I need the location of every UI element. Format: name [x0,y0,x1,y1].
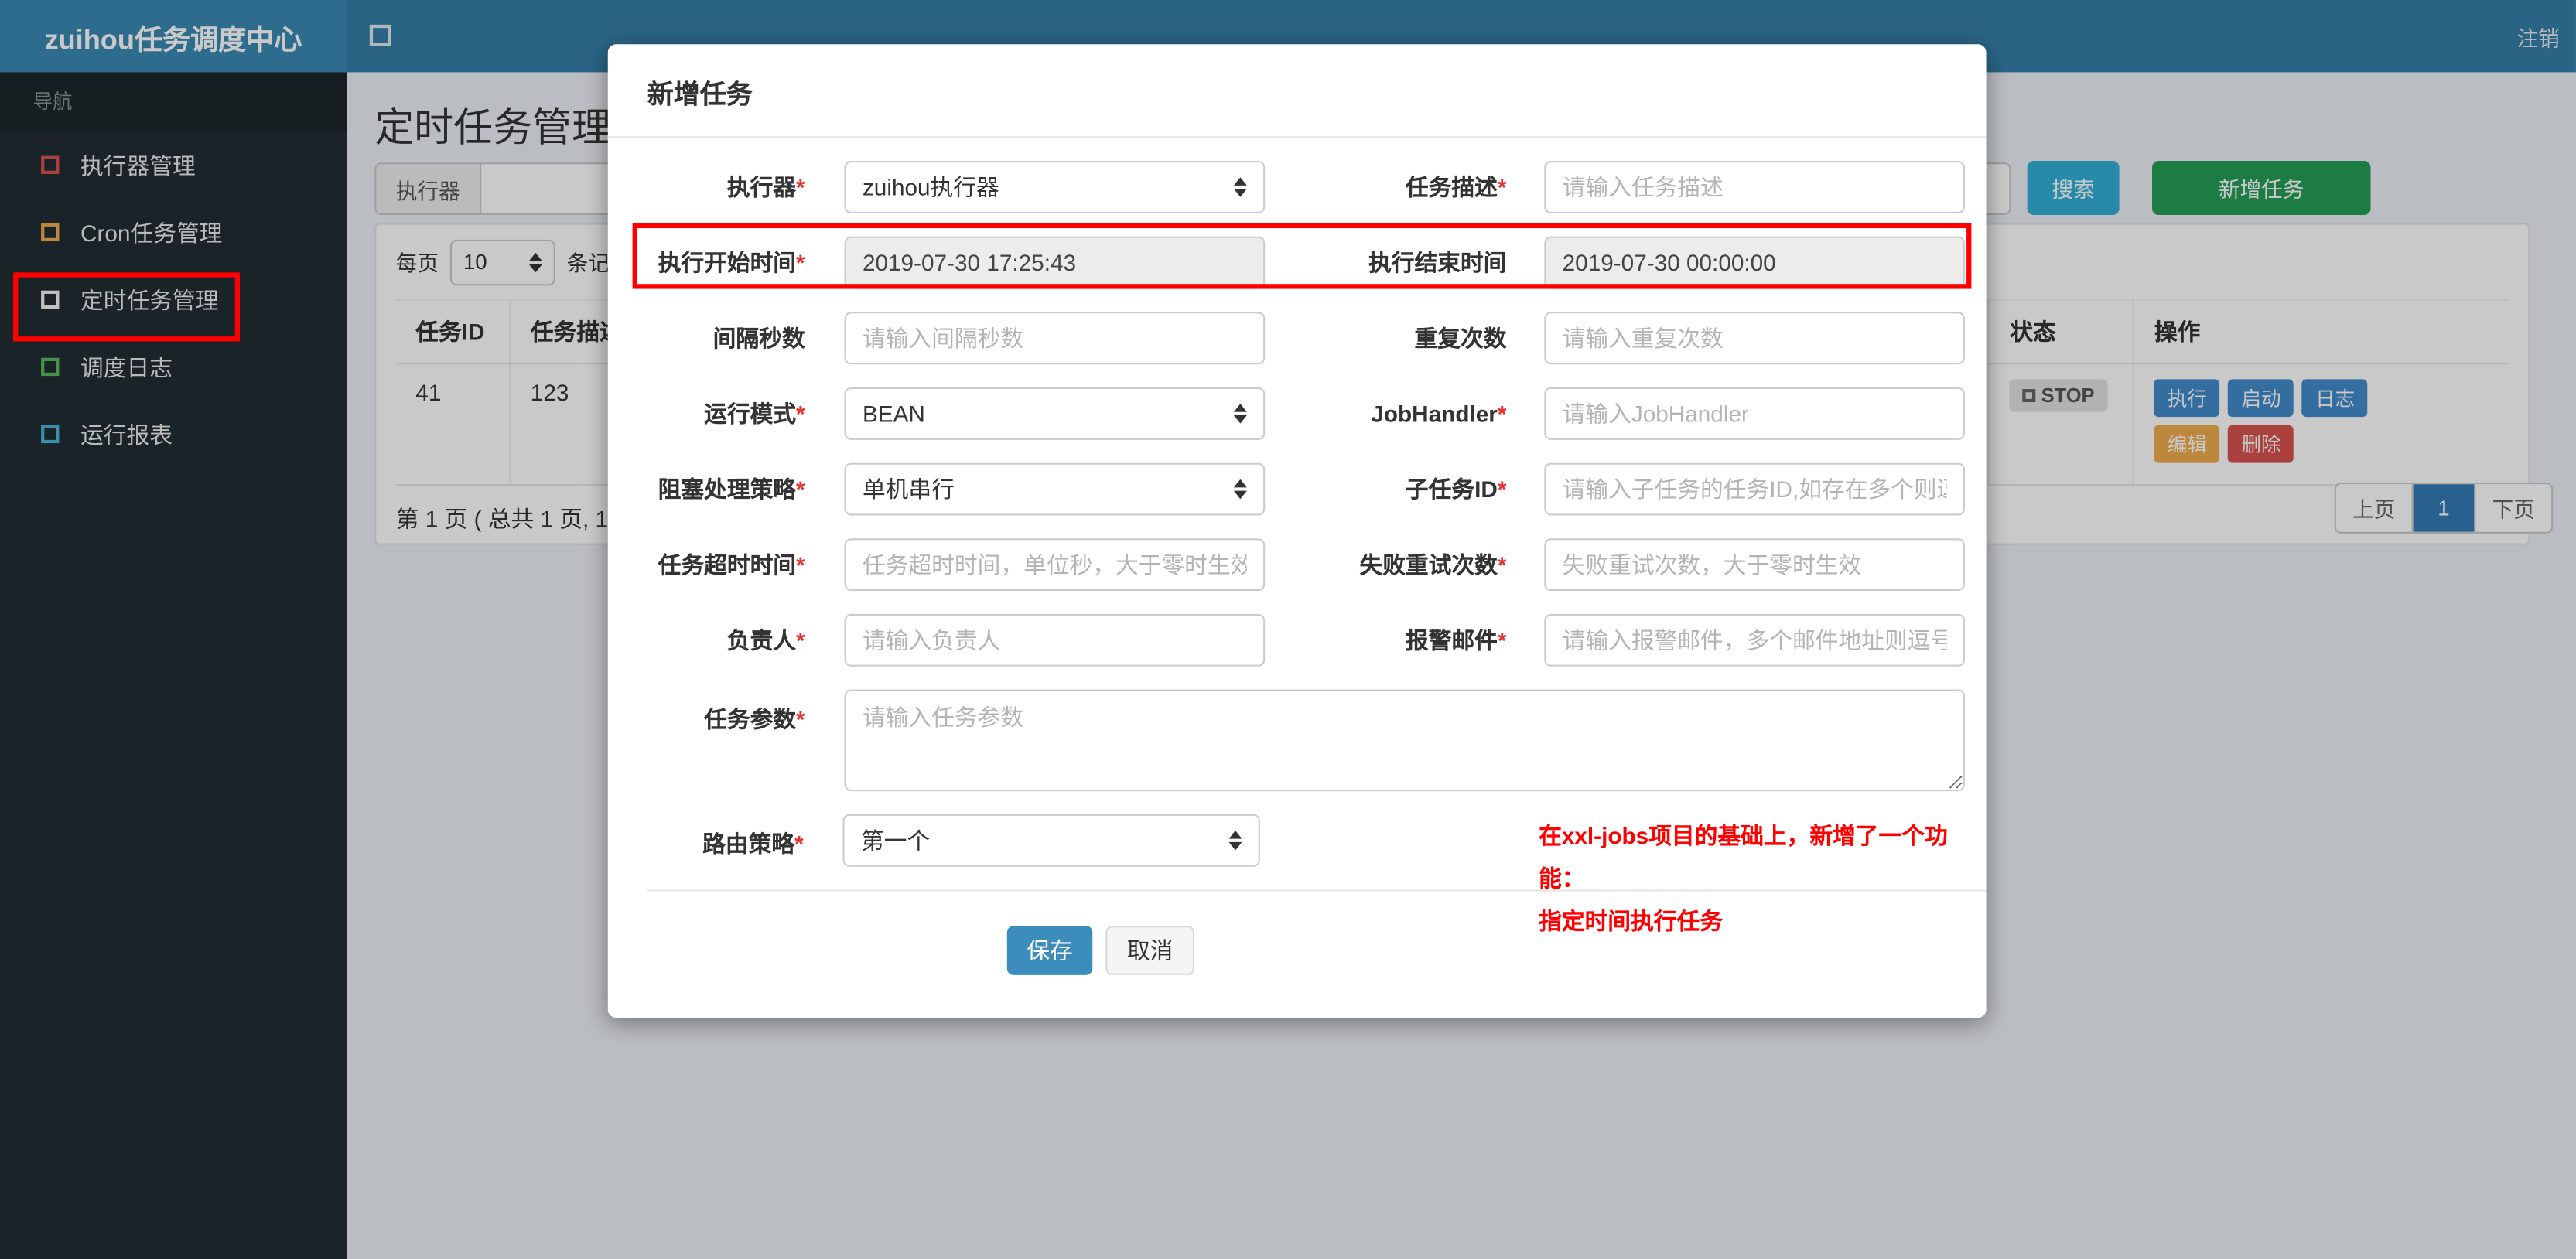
jobhandler-input[interactable] [1544,387,1965,440]
modal-body: 执行器* zuihou执行器 任务描述* 执行开始时间* 执行结束时间 间隔秒数… [608,138,1987,975]
end-time-input[interactable] [1544,236,1965,289]
select-stepper-icon [1233,479,1247,500]
child-task-id-input[interactable] [1544,462,1965,516]
field-label-run-mode: 运行模式* [704,400,805,427]
feature-note-text: 在xxl-jobs项目的基础上，新增了一个功能： 指定时间执行任务 [1539,814,1986,943]
feature-note-line2: 指定时间执行任务 [1539,907,1723,934]
repeat-count-input[interactable] [1544,312,1965,365]
feature-note-line1: 在xxl-jobs项目的基础上，新增了一个功能： [1539,822,1948,892]
cancel-button[interactable]: 取消 [1105,926,1194,975]
block-strategy-select[interactable]: 单机串行 [844,462,1266,516]
field-label-task-timeout: 任务超时时间* [658,551,805,578]
modal-header: 新增任务 [607,44,1987,138]
field-label-owner: 负责人* [726,626,805,653]
task-desc-input[interactable] [1544,161,1965,213]
owner-input[interactable] [844,613,1266,667]
add-task-modal: 新增任务 执行器* zuihou执行器 任务描述* 执行开始时间* 执行结束时间… [607,44,1987,1018]
alarm-email-input[interactable] [1544,613,1965,667]
interval-seconds-input[interactable] [844,312,1266,365]
field-label-block-strategy: 阻塞处理策略* [658,476,805,503]
start-time-input[interactable] [844,236,1266,289]
field-label-end-time: 执行结束时间 [1368,249,1507,276]
field-label-task-desc: 任务描述* [1405,173,1507,200]
fail-retry-count-input[interactable] [1544,538,1965,592]
run-mode-select[interactable]: BEAN [844,387,1266,440]
route-strategy-select[interactable]: 第一个 [842,814,1260,867]
app-window: 注销 zuihou任务调度中心 导航 执行器管理 Cron任务管理 定时任务管理… [0,0,2576,1259]
field-label-jobhandler: JobHandler* [1371,400,1507,427]
field-label-repeat-count: 重复次数 [1414,325,1507,352]
modal-title: 新增任务 [647,82,753,111]
field-label-interval-seconds: 间隔秒数 [712,325,805,352]
save-button[interactable]: 保存 [1006,926,1093,975]
task-params-textarea[interactable] [844,689,1965,792]
field-label-executor: 执行器* [726,173,805,200]
select-stepper-icon [1228,831,1242,851]
field-label-task-params: 任务参数* [704,705,805,732]
field-label-fail-retry-count: 失败重试次数* [1359,551,1507,578]
executor-select[interactable]: zuihou执行器 [844,161,1266,213]
field-label-route-strategy: 路由策略* [702,831,804,857]
field-label-alarm-email: 报警邮件* [1405,626,1507,653]
select-stepper-icon [1233,404,1247,424]
select-stepper-icon [1233,177,1247,197]
field-label-child-task-id: 子任务ID* [1405,476,1507,503]
task-timeout-input[interactable] [844,538,1266,592]
field-label-start-time: 执行开始时间* [658,249,805,276]
